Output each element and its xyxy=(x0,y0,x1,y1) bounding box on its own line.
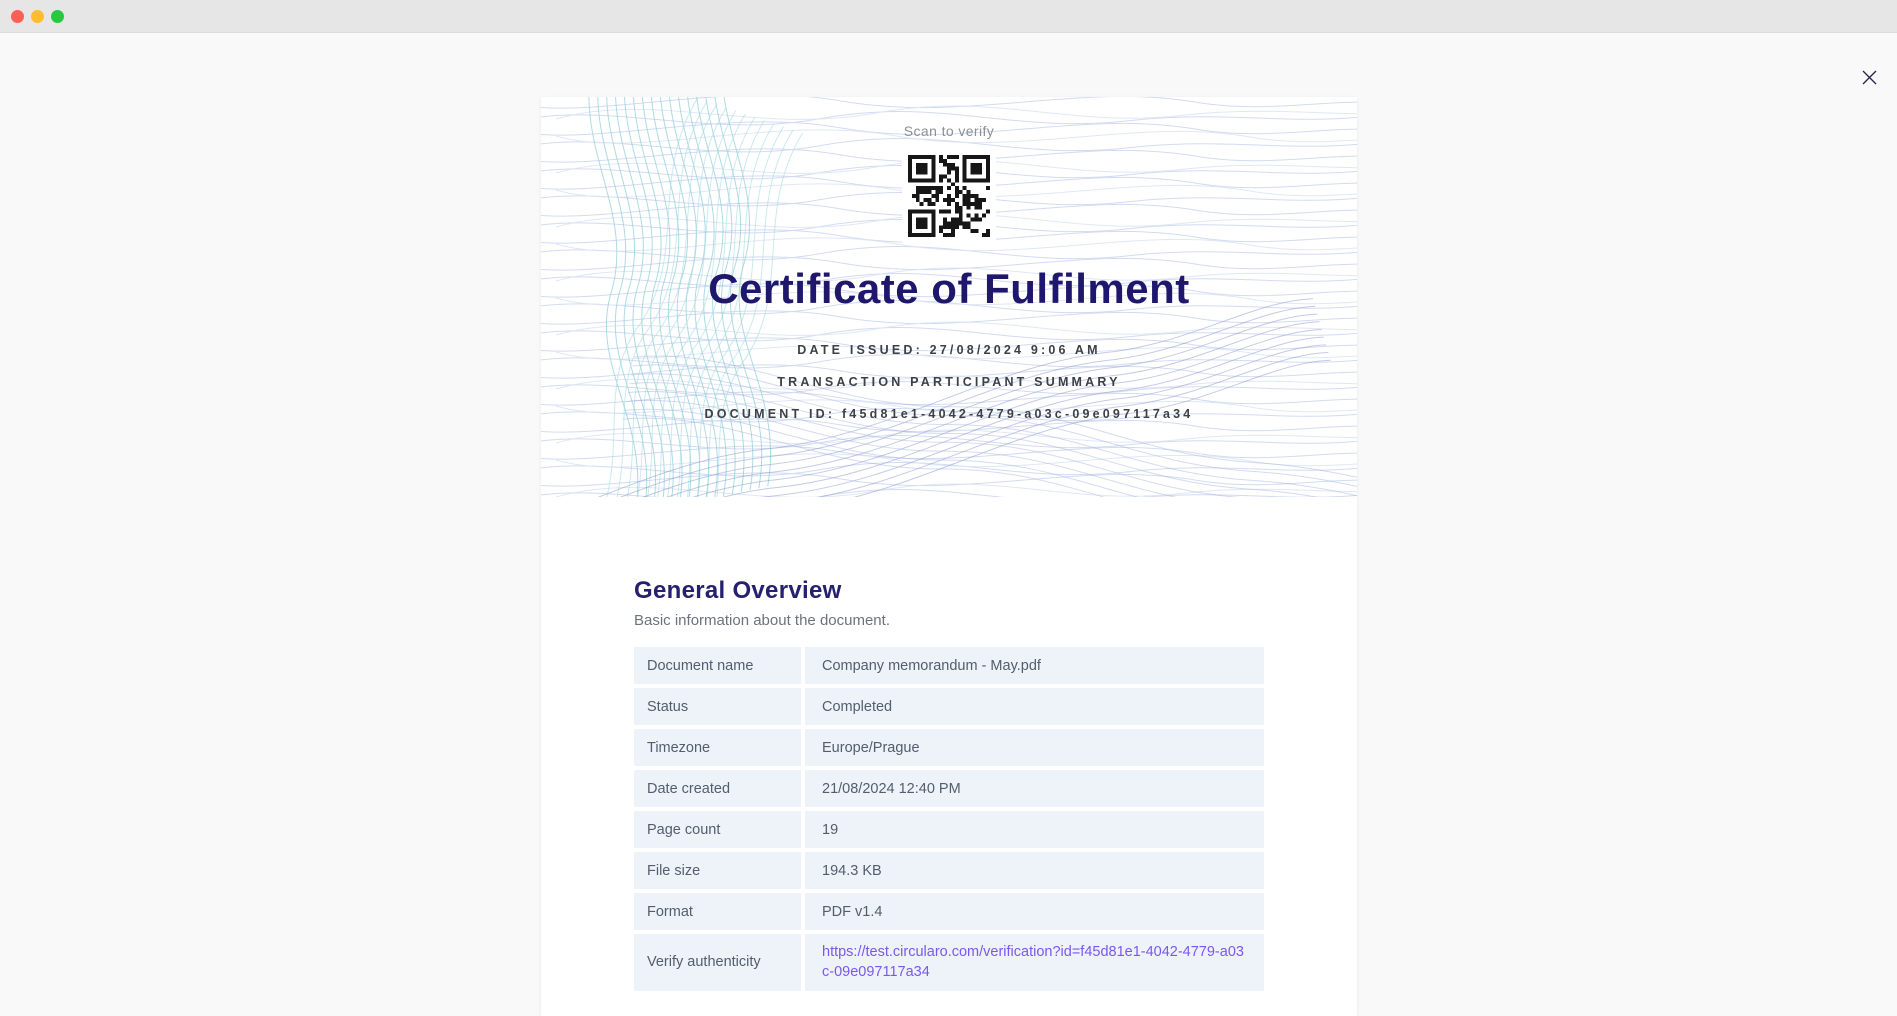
certificate-page: Scan to verify Certificate of Fulfilment… xyxy=(541,97,1357,1016)
row-label: File size xyxy=(634,852,801,889)
qr-code-image xyxy=(908,155,990,237)
section-title: General Overview xyxy=(634,577,1264,605)
table-row: File size 194.3 KB xyxy=(634,852,1264,889)
window-zoom-button[interactable] xyxy=(51,10,64,23)
table-row: Verify authenticity https://test.circula… xyxy=(634,934,1264,991)
table-row: Format PDF v1.4 xyxy=(634,893,1264,930)
row-value: Company memorandum - May.pdf xyxy=(805,647,1264,684)
row-value: 21/08/2024 12:40 PM xyxy=(805,770,1264,807)
table-row: Page count 19 xyxy=(634,811,1264,848)
row-label: Timezone xyxy=(634,729,801,766)
table-row: Document name Company memorandum - May.p… xyxy=(634,647,1264,684)
window-close-button[interactable] xyxy=(11,10,24,23)
summary-line: TRANSACTION PARTICIPANT SUMMARY xyxy=(541,375,1357,389)
row-label: Format xyxy=(634,893,801,930)
row-label: Page count xyxy=(634,811,801,848)
close-overlay-button[interactable] xyxy=(1853,61,1885,93)
section-subtitle: Basic information about the document. xyxy=(634,612,1264,629)
scan-to-verify-label: Scan to verify xyxy=(541,123,1357,139)
verification-link[interactable]: https://test.circularo.com/verification?… xyxy=(822,942,1247,983)
table-row: Timezone Europe/Prague xyxy=(634,729,1264,766)
row-value: Europe/Prague xyxy=(805,729,1264,766)
row-label: Date created xyxy=(634,770,801,807)
window-minimize-button[interactable] xyxy=(31,10,44,23)
overview-section: General Overview Basic information about… xyxy=(634,497,1264,991)
row-value: PDF v1.4 xyxy=(805,893,1264,930)
qr-code xyxy=(902,149,996,243)
close-icon xyxy=(1861,69,1878,86)
date-issued-line: DATE ISSUED: 27/08/2024 9:06 AM xyxy=(541,343,1357,357)
row-value: 194.3 KB xyxy=(805,852,1264,889)
window-titlebar xyxy=(0,0,1897,33)
certificate-header: Scan to verify Certificate of Fulfilment… xyxy=(541,97,1357,497)
certificate-title: Certificate of Fulfilment xyxy=(541,265,1357,313)
overview-table: Document name Company memorandum - May.p… xyxy=(634,647,1264,991)
table-row: Date created 21/08/2024 12:40 PM xyxy=(634,770,1264,807)
row-value: https://test.circularo.com/verification?… xyxy=(805,934,1264,991)
document-id-line: DOCUMENT ID: f45d81e1-4042-4779-a03c-09e… xyxy=(541,407,1357,421)
row-label: Document name xyxy=(634,647,801,684)
row-label: Status xyxy=(634,688,801,725)
table-row: Status Completed xyxy=(634,688,1264,725)
row-label: Verify authenticity xyxy=(634,934,801,991)
certificate-meta: DATE ISSUED: 27/08/2024 9:06 AM TRANSACT… xyxy=(541,343,1357,439)
row-value: 19 xyxy=(805,811,1264,848)
row-value: Completed xyxy=(805,688,1264,725)
